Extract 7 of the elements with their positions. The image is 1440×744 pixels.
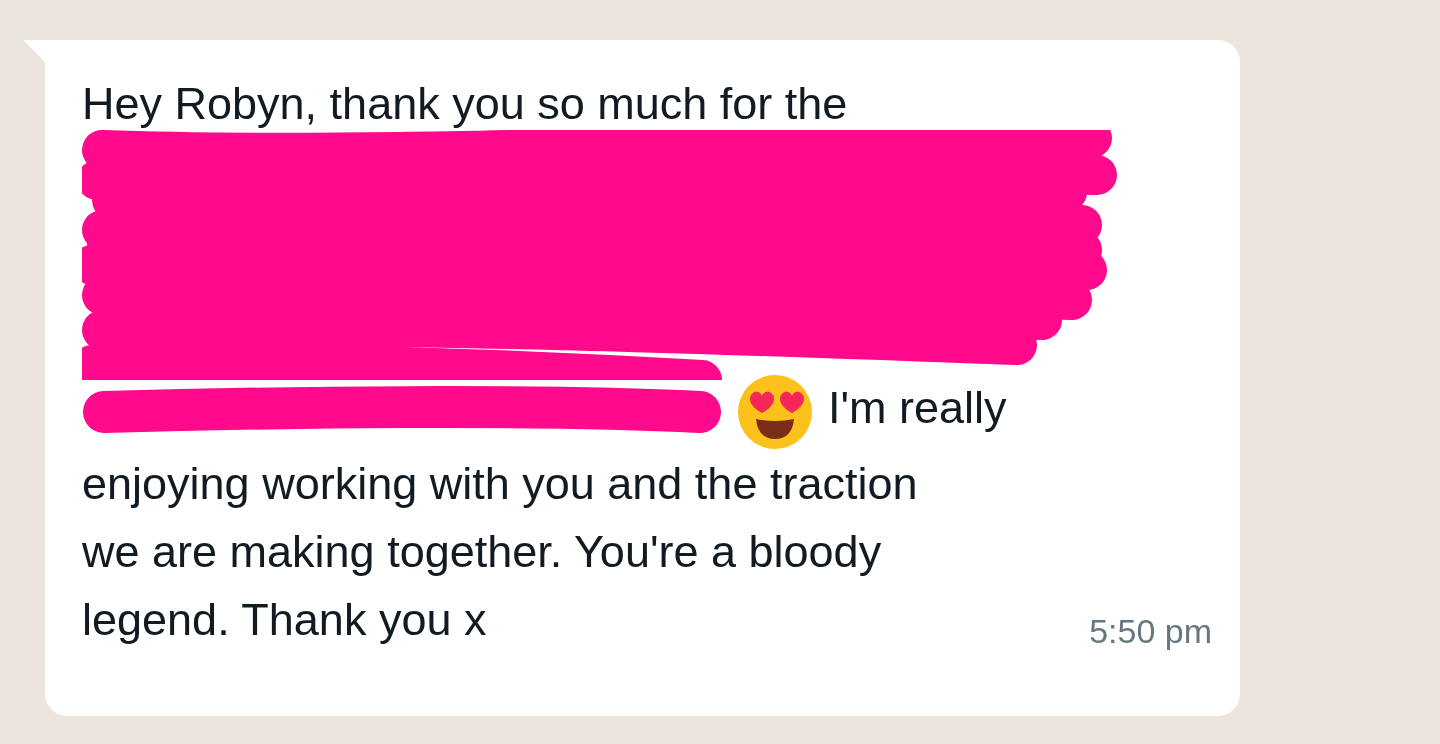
- message-text: I'm really: [828, 381, 1007, 435]
- message-text: we are making together. You're a bloody: [82, 525, 882, 579]
- message-text: enjoying working with you and the traction: [82, 457, 918, 511]
- message-text: Hey Robyn, thank you so much for the: [82, 78, 848, 130]
- message-text: legend. Thank you x: [82, 593, 487, 647]
- message-time: 5:50 pm: [1089, 612, 1212, 651]
- heart-eyes-smiley-icon: [736, 373, 814, 451]
